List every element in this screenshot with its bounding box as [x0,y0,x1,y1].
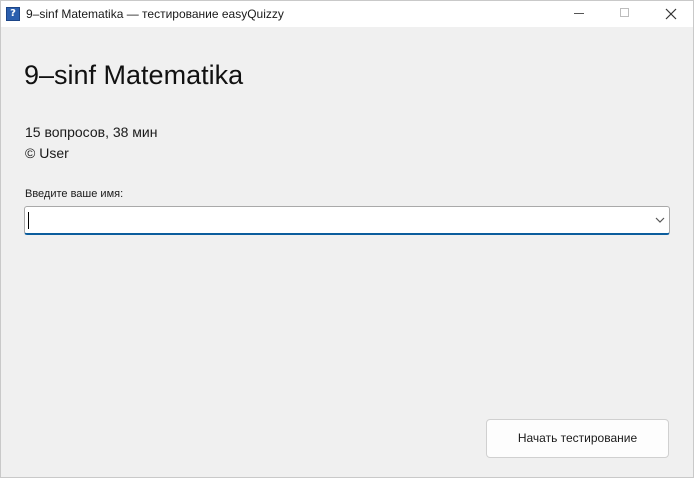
quiz-title: 9–sinf Matematika [24,60,244,90]
start-test-button[interactable]: Начать тестирование [486,419,669,458]
name-field-label: Введите ваше имя: [25,188,124,200]
maximize-button[interactable] [602,1,648,27]
minimize-icon [574,13,584,14]
name-combobox[interactable] [24,206,670,235]
name-input[interactable] [28,209,648,231]
app-icon: ? [6,7,20,21]
close-button[interactable] [648,1,694,27]
close-icon [665,8,677,20]
maximize-icon [620,8,629,17]
title-bar[interactable]: ? 9–sinf Matematika — тестирование easyQ… [1,1,693,27]
quiz-summary: 15 вопросов, 38 мин [25,124,158,140]
minimize-button[interactable] [556,1,602,27]
window-title: 9–sinf Matematika — тестирование easyQui… [26,7,284,21]
quiz-author: © User [25,145,69,161]
chevron-down-icon[interactable] [655,216,665,224]
app-window: ? 9–sinf Matematika — тестирование easyQ… [0,0,694,478]
text-caret [28,212,29,229]
